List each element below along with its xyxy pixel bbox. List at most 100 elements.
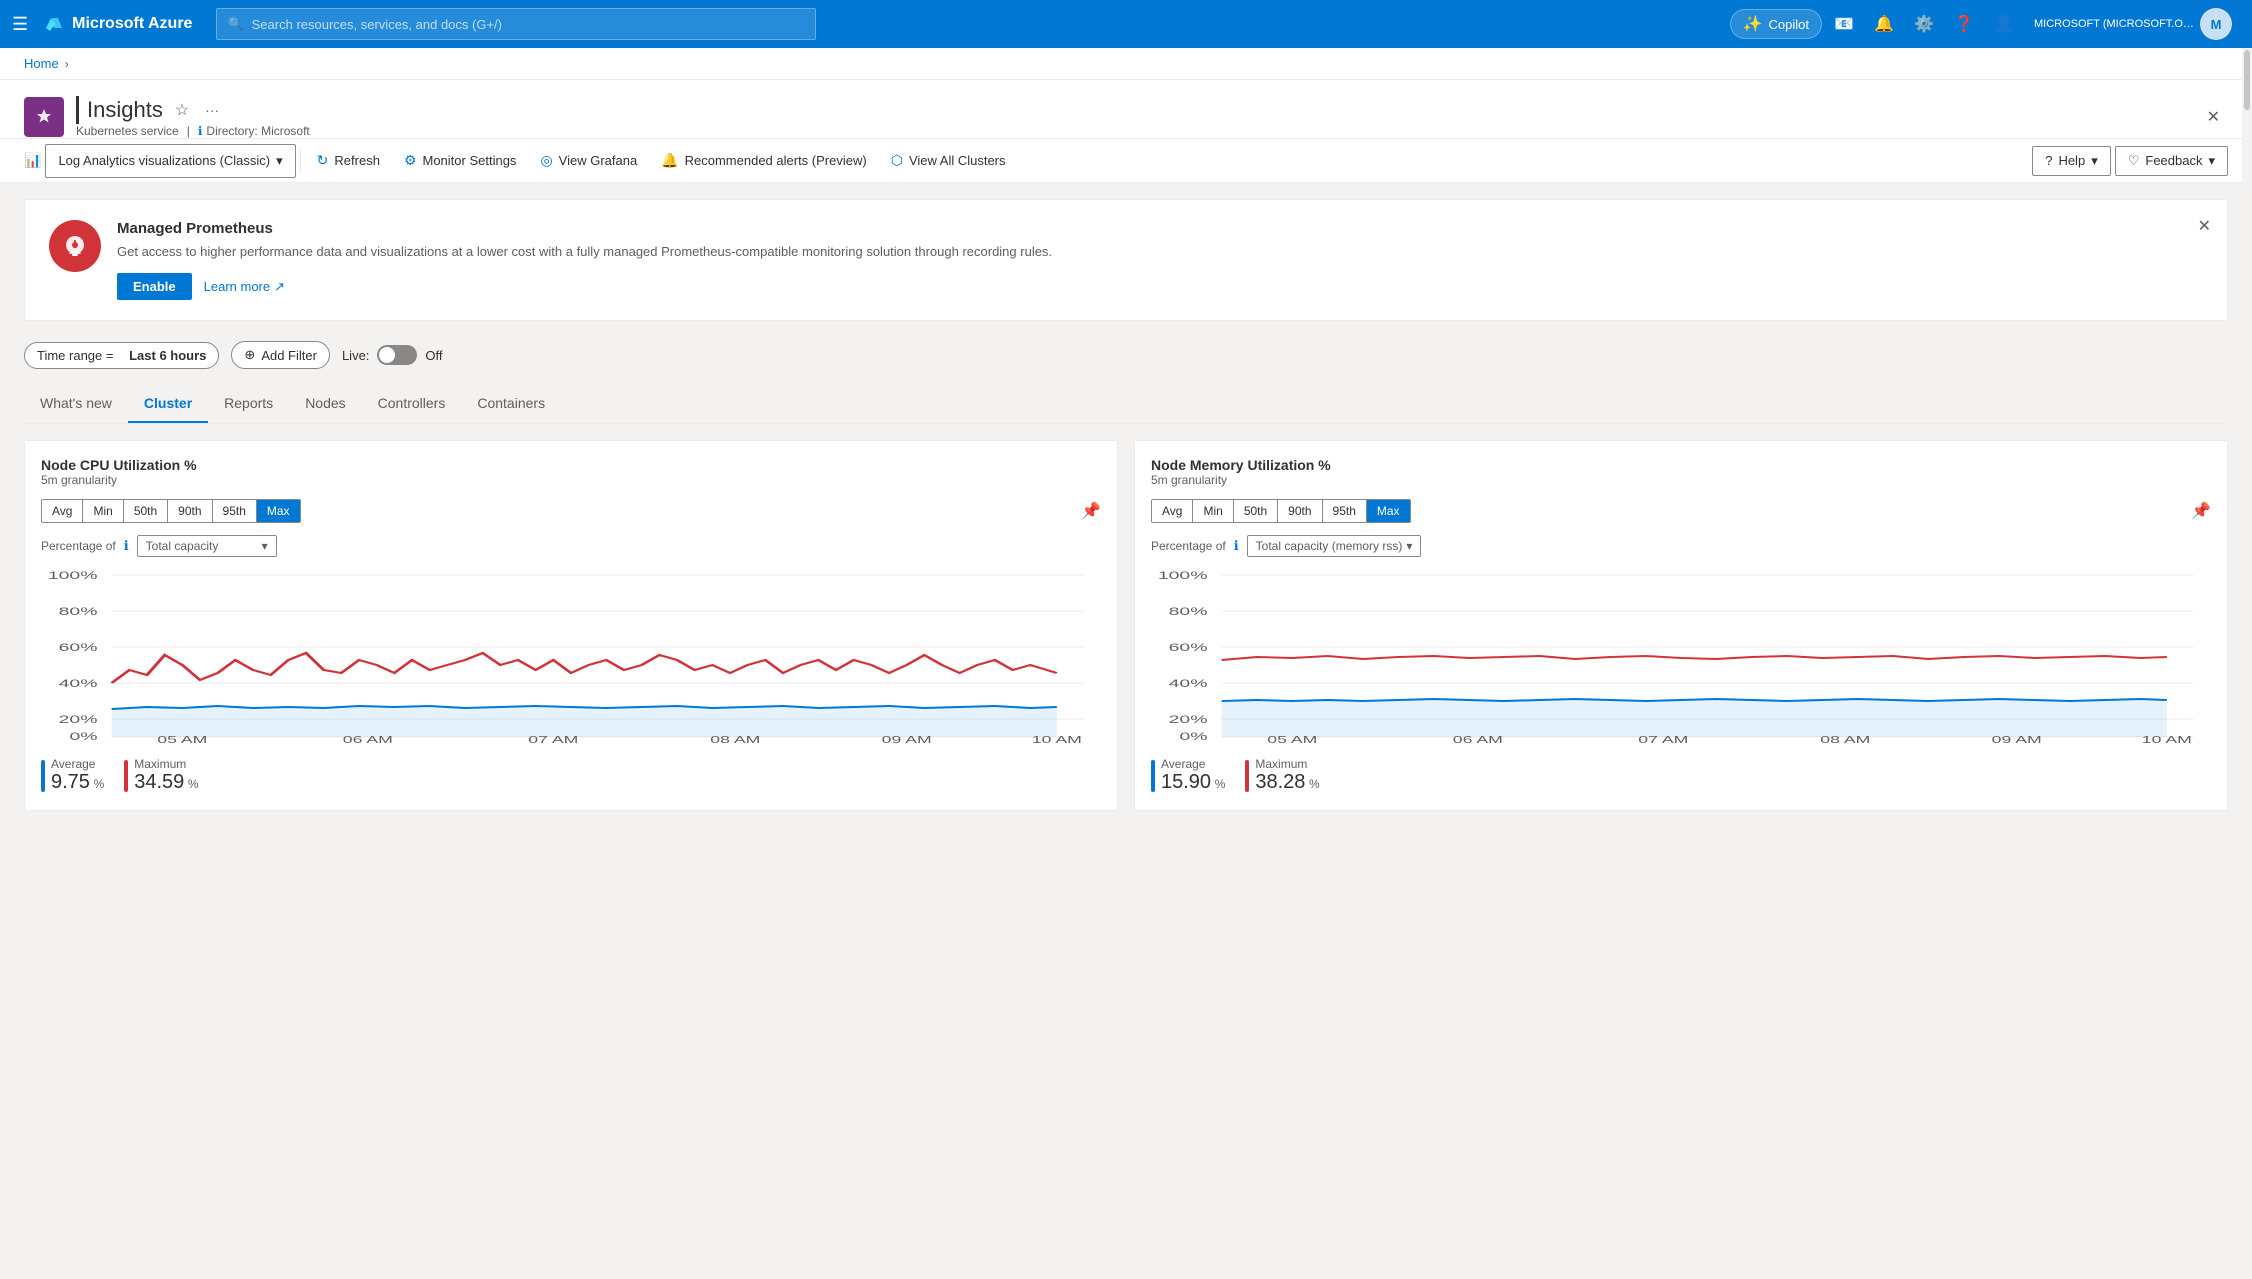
tab-cluster[interactable]: Cluster	[128, 385, 208, 423]
cpu-95th-button[interactable]: 95th	[213, 500, 257, 522]
memory-max-value: 38.28	[1255, 771, 1305, 793]
recommended-alerts-button[interactable]: 🔔 Recommended alerts (Preview)	[649, 144, 879, 177]
chevron-down-icon: ▾	[276, 153, 283, 169]
menu-icon[interactable]: ☰	[12, 14, 28, 35]
cpu-avg-value: 9.75	[51, 771, 90, 793]
memory-percentage-row: Percentage of ℹ Total capacity (memory r…	[1151, 535, 2211, 557]
memory-aggregation-buttons: Avg Min 50th 90th 95th Max	[1151, 499, 1411, 523]
tab-controllers[interactable]: Controllers	[362, 385, 462, 423]
cpu-max-label: Maximum	[134, 757, 198, 771]
scrollbar-thumb[interactable]	[2244, 50, 2250, 110]
monitor-settings-button[interactable]: ⚙ Monitor Settings	[392, 144, 529, 177]
help-label: Help	[2058, 153, 2085, 168]
account-button[interactable]: MICROSOFT (MICROSOFT.ONMI...) M	[2026, 8, 2240, 40]
person-icon-button[interactable]: 👤	[1986, 6, 2022, 42]
page-subtitle: Kubernetes service | ℹ Directory: Micros…	[76, 124, 310, 138]
search-input[interactable]	[252, 17, 806, 32]
memory-min-button[interactable]: Min	[1193, 500, 1233, 522]
cpu-dropdown-chevron: ▾	[262, 539, 268, 553]
cpu-capacity-dropdown[interactable]: Total capacity ▾	[137, 535, 277, 557]
cpu-avg-legend-item: Average 9.75 %	[41, 757, 104, 794]
cpu-pin-button[interactable]: 📌	[1081, 501, 1101, 521]
view-grafana-button[interactable]: ◎ View Grafana	[528, 144, 649, 177]
topbar-right-actions: ✨ Copilot 📧 🔔 ⚙️ ❓ 👤 MICROSOFT (MICROSOF…	[1730, 6, 2240, 42]
banner-close-button[interactable]: ✕	[2194, 212, 2215, 240]
toggle-knob	[379, 347, 395, 363]
service-icon	[24, 97, 64, 137]
memory-max-legend-item: Maximum 38.28 %	[1245, 757, 1319, 794]
breadcrumb-home[interactable]: Home	[24, 56, 59, 71]
refresh-button[interactable]: ↻ Refresh	[305, 144, 392, 177]
memory-capacity-dropdown[interactable]: Total capacity (memory rss) ▾	[1247, 535, 1422, 557]
memory-50th-button[interactable]: 50th	[1234, 500, 1278, 522]
time-range-value: Last 6 hours	[129, 348, 206, 363]
account-name: MICROSOFT (MICROSOFT.ONMI...)	[2034, 18, 2194, 30]
memory-95th-button[interactable]: 95th	[1323, 500, 1367, 522]
cpu-avg-button[interactable]: Avg	[42, 500, 83, 522]
cpu-50th-button[interactable]: 50th	[124, 500, 168, 522]
page-header: Insights ☆ ··· Kubernetes service | ℹ Di…	[0, 80, 2252, 139]
star-button[interactable]: ☆	[171, 96, 193, 124]
cpu-chart-granularity: 5m granularity	[41, 473, 1101, 487]
view-all-clusters-button[interactable]: ⬡ View All Clusters	[879, 144, 1018, 177]
more-button[interactable]: ···	[201, 98, 223, 122]
external-link-icon: ↗	[274, 279, 285, 295]
email-icon-button[interactable]: 📧	[1826, 6, 1862, 42]
info-icon[interactable]: ℹ	[198, 124, 203, 138]
tab-nodes[interactable]: Nodes	[289, 385, 361, 423]
main-content: Managed Prometheus Get access to higher …	[0, 183, 2252, 1279]
add-filter-button[interactable]: ⊕ Add Filter	[231, 341, 330, 369]
gear-icon-button[interactable]: ⚙️	[1906, 6, 1942, 42]
search-bar[interactable]: 🔍	[216, 8, 816, 40]
heart-icon: ♡	[2128, 153, 2140, 169]
topbar: ☰ Microsoft Azure 🔍 ✨ Copilot 📧 🔔 ⚙️ ❓ 👤…	[0, 0, 2252, 48]
feedback-chevron-icon: ▾	[2208, 153, 2215, 169]
brand-logo[interactable]: Microsoft Azure	[44, 14, 192, 34]
close-button[interactable]: ✕	[2199, 99, 2228, 135]
cpu-90th-button[interactable]: 90th	[168, 500, 212, 522]
memory-pin-button[interactable]: 📌	[2191, 501, 2211, 521]
cpu-info-icon[interactable]: ℹ	[124, 538, 129, 554]
refresh-icon: ↻	[317, 152, 329, 169]
copilot-label: Copilot	[1769, 17, 1809, 32]
enable-button[interactable]: Enable	[117, 273, 192, 300]
time-range-filter[interactable]: Time range = Last 6 hours	[24, 342, 219, 369]
memory-info-icon[interactable]: ℹ	[1234, 538, 1239, 554]
copilot-button[interactable]: ✨ Copilot	[1730, 9, 1822, 39]
time-range-prefix: Time range =	[37, 348, 113, 363]
cpu-min-button[interactable]: Min	[83, 500, 123, 522]
managed-prometheus-banner: Managed Prometheus Get access to higher …	[24, 199, 2228, 321]
tab-whats-new[interactable]: What's new	[24, 385, 128, 423]
scrollbar[interactable]	[2242, 48, 2252, 1256]
tab-reports[interactable]: Reports	[208, 385, 289, 423]
cpu-aggregation-buttons: Avg Min 50th 90th 95th Max	[41, 499, 301, 523]
memory-percentage-label: Percentage of	[1151, 539, 1226, 553]
page-header-left: Insights ☆ ··· Kubernetes service | ℹ Di…	[24, 96, 310, 138]
help-icon-button[interactable]: ❓	[1946, 6, 1982, 42]
cpu-avg-unit: %	[94, 777, 105, 791]
live-toggle-switch[interactable]	[377, 345, 417, 365]
feedback-button[interactable]: ♡ Feedback ▾	[2115, 146, 2228, 176]
brand-label: Microsoft Azure	[72, 15, 192, 33]
live-label: Live:	[342, 348, 369, 363]
add-filter-icon: ⊕	[244, 347, 255, 363]
memory-max-label: Maximum	[1255, 757, 1319, 771]
cpu-max-button[interactable]: Max	[257, 500, 300, 522]
kubernetes-icon	[32, 105, 56, 129]
cpu-avg-value-row: 9.75 %	[51, 771, 104, 794]
memory-avg-button[interactable]: Avg	[1152, 500, 1193, 522]
search-icon: 🔍	[227, 16, 243, 32]
help-chevron-icon: ▾	[2091, 153, 2098, 169]
help-button[interactable]: ? Help ▾	[2032, 146, 2111, 176]
bell-icon-button[interactable]: 🔔	[1866, 6, 1902, 42]
memory-max-button[interactable]: Max	[1367, 500, 1410, 522]
prometheus-icon	[61, 232, 89, 260]
cpu-chart-header: Node CPU Utilization % 5m granularity	[41, 457, 1101, 487]
cpu-max-value-row: 34.59 %	[134, 771, 198, 794]
cpu-chart-legend: Average 9.75 % Maximum 34.59 %	[41, 757, 1101, 794]
tab-containers[interactable]: Containers	[461, 385, 561, 423]
learn-more-link[interactable]: Learn more ↗	[204, 279, 285, 295]
recommended-alerts-label: Recommended alerts (Preview)	[685, 153, 867, 168]
view-selector-dropdown[interactable]: Log Analytics visualizations (Classic) ▾	[45, 144, 295, 178]
memory-90th-button[interactable]: 90th	[1278, 500, 1322, 522]
